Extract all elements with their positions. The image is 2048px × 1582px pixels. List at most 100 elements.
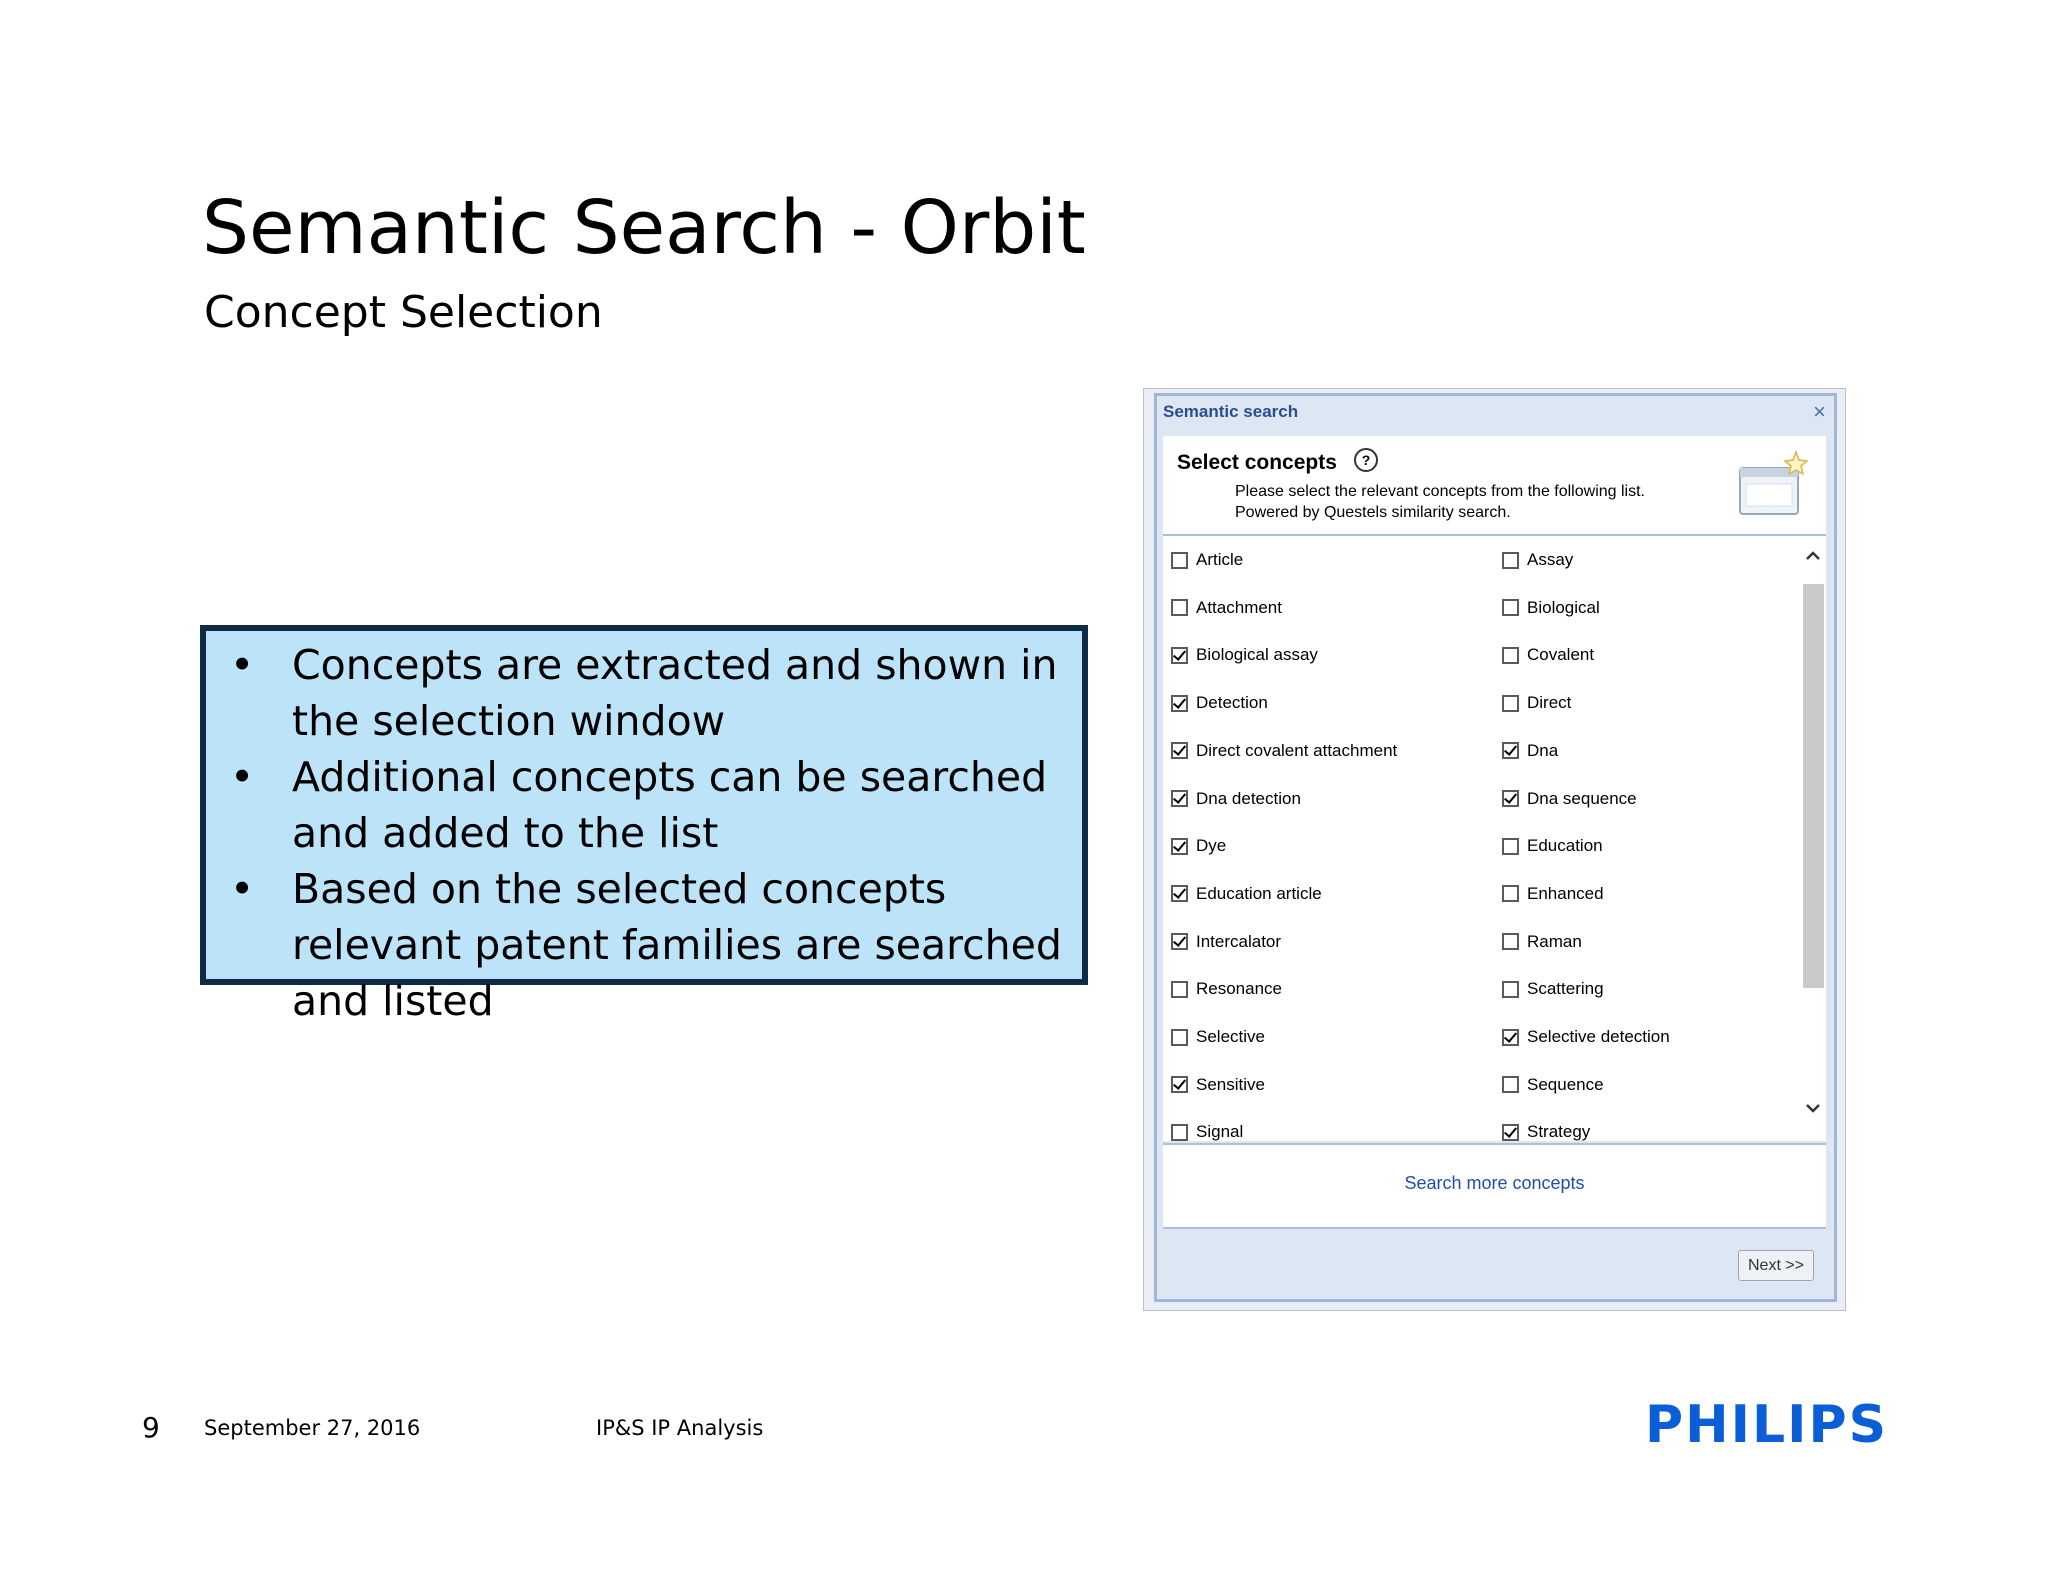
concept-label: Dna detection <box>1196 788 1301 808</box>
checkbox[interactable] <box>1502 837 1519 855</box>
concept-item[interactable]: Scattering <box>1502 977 1604 1001</box>
instruction-line: Please select the relevant concepts from… <box>1235 483 1645 500</box>
checkbox[interactable] <box>1171 1028 1188 1046</box>
checkbox-checked[interactable] <box>1502 742 1519 760</box>
concept-item[interactable]: Covalent <box>1502 643 1594 667</box>
concept-item[interactable]: Direct <box>1502 691 1571 715</box>
dialog-title: Semantic search <box>1163 402 1299 421</box>
checkbox-checked[interactable] <box>1171 1076 1188 1094</box>
concept-label: Sequence <box>1527 1074 1604 1094</box>
checkbox[interactable] <box>1502 1076 1519 1094</box>
checkbox[interactable] <box>1502 599 1519 617</box>
concept-item[interactable]: Signal <box>1171 1120 1243 1141</box>
concept-item[interactable]: Direct covalent attachment <box>1171 739 1397 763</box>
checkbox-checked[interactable] <box>1171 694 1188 712</box>
concept-label: Biological assay <box>1196 645 1318 665</box>
concept-item[interactable]: Education article <box>1171 882 1322 906</box>
concept-label: Enhanced <box>1527 883 1604 903</box>
checkbox-checked[interactable] <box>1171 790 1188 807</box>
concept-label: Dna <box>1527 740 1559 760</box>
concept-item[interactable]: Enhanced <box>1502 882 1604 906</box>
checkbox[interactable] <box>1502 980 1519 998</box>
concept-label: Covalent <box>1527 645 1595 665</box>
checkbox-checked[interactable] <box>1502 790 1519 807</box>
concept-label: Raman <box>1527 931 1582 951</box>
concept-item[interactable]: Strategy <box>1502 1120 1590 1141</box>
checkbox[interactable] <box>1171 980 1188 998</box>
concept-label: Assay <box>1527 550 1574 569</box>
scrollbar[interactable] <box>1801 536 1826 1141</box>
concept-item[interactable]: Selective <box>1171 1025 1265 1049</box>
checkbox-checked[interactable] <box>1171 885 1188 903</box>
philips-logo: PHILIPS <box>1645 1395 1889 1455</box>
concept-item[interactable]: Biological <box>1502 596 1600 620</box>
concept-label: Selective detection <box>1527 1027 1670 1046</box>
slide-title: Semantic Search - Orbit <box>202 185 1086 271</box>
help-icon[interactable]: ? <box>1354 448 1378 472</box>
concept-item[interactable]: Education <box>1502 834 1603 858</box>
concept-item[interactable]: Intercalator <box>1171 930 1281 954</box>
concept-label: Education <box>1527 836 1603 856</box>
search-more-concepts-link[interactable]: Search more concepts <box>1163 1173 1826 1194</box>
checkbox[interactable] <box>1502 694 1519 712</box>
bullet-text: Additional concepts can be searched and … <box>292 753 1048 857</box>
concept-item[interactable]: Assay <box>1502 548 1573 572</box>
concept-label: Selective <box>1196 1027 1265 1046</box>
select-concepts-heading: Select concepts <box>1177 451 1337 474</box>
concept-label: Direct <box>1527 693 1572 713</box>
checkbox[interactable] <box>1502 646 1519 664</box>
instruction-line: Powered by Questels similarity search. <box>1235 504 1511 521</box>
scrollbar-thumb[interactable] <box>1803 584 1824 988</box>
bullet-item: • Concepts are extracted and shown in the… <box>226 637 1062 749</box>
concept-item[interactable]: Detection <box>1171 691 1268 715</box>
concepts-list: Article Assay Attachment Biological Biologic… <box>1163 536 1801 1141</box>
bullet-item: • Based on the selected concepts relevant… <box>226 861 1062 1029</box>
instructions: Please select the relevant concepts from… <box>1235 481 1645 523</box>
bullet-text: Based on the selected concepts relevant … <box>292 865 1062 1025</box>
bullet-item: • Additional concepts can be searched and… <box>226 749 1062 861</box>
concept-label: Dye <box>1196 836 1227 856</box>
checkbox-checked[interactable] <box>1171 646 1188 664</box>
concept-label: Sensitive <box>1196 1074 1265 1094</box>
wizard-icon <box>1739 450 1809 515</box>
concept-item[interactable]: Dna detection <box>1171 787 1301 811</box>
checkbox-checked[interactable] <box>1171 837 1188 855</box>
checkbox-checked[interactable] <box>1502 1028 1519 1046</box>
close-icon[interactable]: × <box>1813 399 1826 425</box>
concept-item[interactable]: Dna sequence <box>1502 787 1637 811</box>
concept-label: Scattering <box>1527 979 1604 999</box>
bullet-box: • Concepts are extracted and shown in the… <box>200 625 1088 1025</box>
concept-item[interactable]: Raman <box>1502 930 1582 954</box>
checkbox[interactable] <box>1502 885 1519 903</box>
bullet-text: Concepts are extracted and shown in the … <box>292 641 1058 745</box>
concept-item[interactable]: Biological assay <box>1171 643 1318 667</box>
concept-label: Article <box>1196 550 1244 569</box>
checkbox[interactable] <box>1171 551 1188 569</box>
concept-item[interactable]: Sensitive <box>1171 1073 1265 1097</box>
checkbox-checked[interactable] <box>1502 1123 1519 1141</box>
checkbox[interactable] <box>1502 933 1519 951</box>
chevron-up-icon[interactable] <box>1805 548 1821 564</box>
concept-label: Dna sequence <box>1527 788 1637 808</box>
checkbox[interactable] <box>1502 551 1519 569</box>
concept-item[interactable]: Dye <box>1171 834 1226 858</box>
concept-item[interactable]: Sequence <box>1502 1073 1604 1097</box>
concept-label: Education article <box>1196 883 1322 903</box>
next-button[interactable]: Next >> <box>1738 1250 1814 1281</box>
concept-item[interactable]: Selective detection <box>1502 1025 1670 1049</box>
concept-label: Direct covalent attachment <box>1196 740 1398 760</box>
search-more-panel: Search more concepts <box>1163 1143 1826 1229</box>
concept-item[interactable]: Dna <box>1502 739 1558 763</box>
bullet-list: • Concepts are extracted and shown in the… <box>226 637 1062 1029</box>
checkbox[interactable] <box>1171 599 1188 617</box>
concept-item[interactable]: Article <box>1171 548 1243 572</box>
checkbox-checked[interactable] <box>1171 933 1188 951</box>
concept-item[interactable]: Resonance <box>1171 977 1282 1001</box>
checkbox-checked[interactable] <box>1171 742 1188 760</box>
concept-label: Strategy <box>1527 1122 1591 1141</box>
bullet-dot: • <box>230 865 255 913</box>
chevron-down-icon[interactable] <box>1805 1100 1821 1116</box>
concept-item[interactable]: Attachment <box>1171 596 1282 620</box>
checkbox[interactable] <box>1171 1123 1188 1141</box>
concept-label: Resonance <box>1196 979 1283 999</box>
